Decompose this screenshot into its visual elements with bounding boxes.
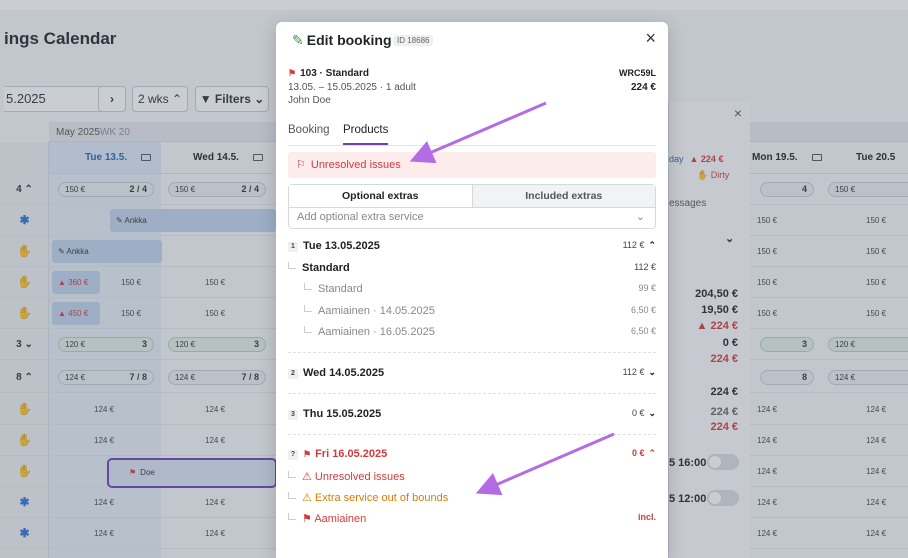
tab-optional-extras[interactable]: Optional extras xyxy=(289,185,472,207)
day-index: 1 xyxy=(288,242,298,252)
add-extra-service-select[interactable]: Add optional extra service ⌄ xyxy=(288,207,656,229)
extras-segmented-control: Optional extras Included extras xyxy=(288,184,656,208)
product-line: Aamiainen · 16.05.2025 6,50 € xyxy=(304,326,656,340)
modal-header: ✎ Edit booking ID 18686 × xyxy=(276,22,668,58)
chevron-down-icon[interactable]: ⌄ xyxy=(648,408,656,418)
day-index: 3 xyxy=(288,410,298,420)
tab-booking[interactable]: Booking xyxy=(288,124,330,136)
tree-connector xyxy=(304,305,312,312)
issue-line: ⚠ Unresolved issues xyxy=(288,470,656,484)
tab-included-extras[interactable]: Included extras xyxy=(471,185,655,207)
pencil-icon: ✎ xyxy=(292,32,304,48)
chevron-up-icon[interactable]: ⌃ xyxy=(648,240,656,250)
tree-connector xyxy=(288,262,296,269)
day-row[interactable]: 2 Wed 14.05.2025 112 € ⌄ xyxy=(288,367,656,385)
day-row[interactable]: 1 Tue 13.05.2025 112 € ⌃ xyxy=(288,240,656,258)
day-label: Wed 14.05.2025 xyxy=(303,367,385,379)
guest-name: John Doe xyxy=(288,95,331,106)
tree-connector xyxy=(288,513,296,520)
issue-line: ⚠ Extra service out of bounds xyxy=(288,491,656,505)
day-amount: 112 € xyxy=(622,367,645,377)
day-amount: 0 € xyxy=(631,448,645,458)
close-button[interactable]: × xyxy=(645,28,656,49)
flag-icon: ⚑ xyxy=(303,449,312,459)
add-extra-placeholder: Add optional extra service xyxy=(297,211,424,223)
warning-icon: ⚠ xyxy=(302,492,315,504)
flag-icon: ⚑ xyxy=(288,68,297,78)
divider xyxy=(288,352,656,353)
day-index: ? xyxy=(288,450,298,460)
booking-code: WRC59L xyxy=(618,68,656,78)
booking-dates: 13.05. – 15.05.2025 · 1 adult xyxy=(288,82,416,93)
tree-connector xyxy=(288,471,296,478)
day-label: Fri 16.05.2025 xyxy=(315,448,388,460)
day-amount: 112 € xyxy=(622,240,645,250)
day-amount: 0 € xyxy=(631,408,645,418)
day-row-issue[interactable]: ? ⚑ Fri 16.05.2025 0 € ⌃ xyxy=(288,448,656,466)
booking-total: 224 € xyxy=(630,82,656,93)
tree-connector xyxy=(304,326,312,333)
tree-connector xyxy=(288,492,296,499)
day-row[interactable]: 3 Thu 15.05.2025 0 € ⌄ xyxy=(288,408,656,426)
divider xyxy=(288,393,656,394)
modal-tabs: Booking Products xyxy=(288,122,656,146)
booking-id-badge: ID 18686 xyxy=(393,35,434,46)
product-line: Standard 99 € xyxy=(304,283,656,297)
product-line: Aamiainen · 14.05.2025 6,50 € xyxy=(304,305,656,319)
edit-booking-modal: ✎ Edit booking ID 18686 × ⚑ 103 · Standard… xyxy=(276,22,668,558)
tab-products[interactable]: Products xyxy=(343,124,389,145)
modal-title: ✎ Edit booking xyxy=(292,32,392,48)
chevron-down-icon: ⌄ xyxy=(635,211,645,223)
tree-connector xyxy=(304,283,312,290)
flag-icon: ⚑ xyxy=(302,513,315,525)
divider xyxy=(288,434,656,435)
product-line: ⚑ Aamiainen incl. xyxy=(288,512,656,526)
day-label: Tue 13.05.2025 xyxy=(303,240,380,252)
flag-outline-icon: ⚐ xyxy=(296,159,306,171)
day-label: Thu 15.05.2025 xyxy=(303,408,382,420)
room-label: ⚑ 103 · Standard xyxy=(288,68,369,79)
warning-icon: ⚠ xyxy=(302,471,315,483)
unresolved-issues-alert: ⚐ Unresolved issues xyxy=(288,152,656,178)
chevron-up-icon[interactable]: ⌃ xyxy=(648,448,656,458)
product-line: Standard 112 € xyxy=(288,262,656,276)
day-index: 2 xyxy=(288,369,298,379)
chevron-down-icon[interactable]: ⌄ xyxy=(648,367,656,377)
